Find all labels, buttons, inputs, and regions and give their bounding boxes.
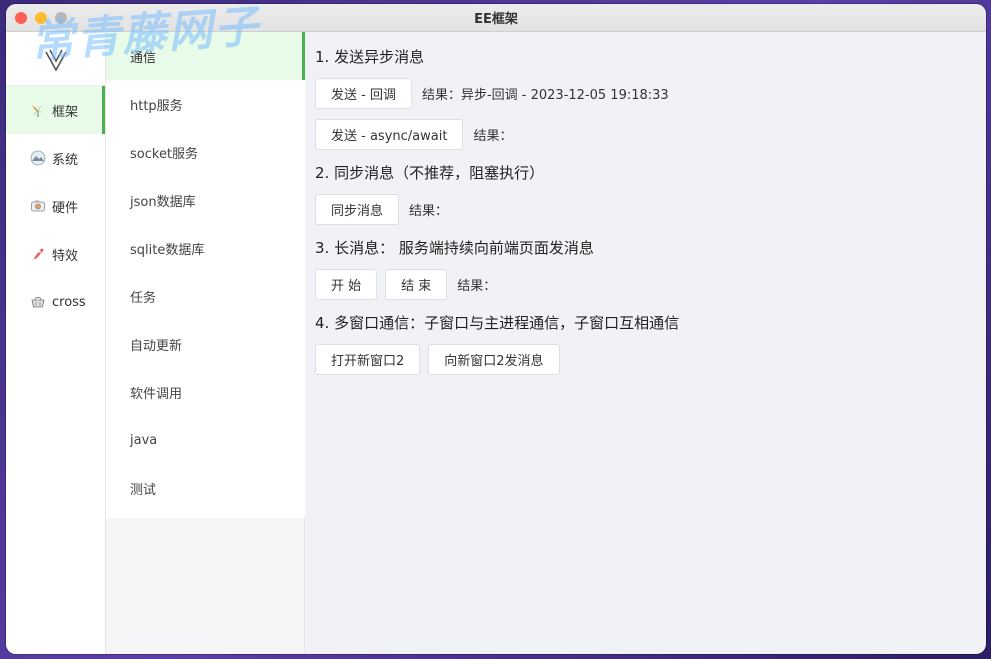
secondary-nav-item-8[interactable]: java [106,416,305,464]
action-row: 发送 - 回调 结果：异步-回调 - 2023-12-05 19:18:33 [315,78,976,109]
result-text: 结果： [473,129,513,144]
primary-nav-item-2[interactable]: 硬件 [6,182,105,230]
action-row: 发送 - async/await 结果： [315,119,976,150]
secondary-nav-item-7[interactable]: 软件调用 [106,368,305,416]
secondary-nav-item-6[interactable]: 自动更新 [106,320,305,368]
close-window-button[interactable] [15,12,27,24]
primary-nav-item-0[interactable]: 框架 [6,86,105,134]
action-button[interactable]: 同步消息 [315,194,400,225]
result-text: 结果：异步-回调 - 2023-12-05 19:18:33 [421,88,669,103]
secondary-nav-item-4[interactable]: sqlite数据库 [106,224,305,272]
section-title: 1. 发送异步消息 [315,48,425,66]
windmill-icon [30,102,46,118]
secondary-sidebar: 通信 http服务 socket服务 json数据库 sqlite数据库 任务 自动更新 软件… [106,32,305,518]
primary-nav: 框架系统硬件特效 cross [6,86,105,326]
action-button[interactable]: 向新窗口2发消息 [428,344,560,375]
secondary-nav-item-2[interactable]: socket服务 [106,128,305,176]
result-text: 结果： [457,279,497,294]
action-button[interactable]: 打开新窗口2 [315,344,421,375]
app-logo [6,32,105,86]
action-button[interactable]: 发送 - 回调 [315,78,412,109]
secondary-nav-item-5[interactable]: 任务 [106,272,305,320]
primary-nav-item-3[interactable]: 特效 [6,230,105,278]
main-content: 1. 发送异步消息发送 - 回调 结果：异步-回调 - 2023-12-05 19… [305,32,986,654]
primary-nav-label: cross [52,294,86,310]
action-button[interactable]: 开 始 [315,269,378,300]
camera-icon [30,198,46,214]
action-button[interactable]: 发送 - async/await [315,119,464,150]
primary-nav-label: 框架 [52,104,79,120]
primary-nav-label: 系统 [52,152,79,168]
secondary-sidebar-empty [106,518,305,654]
basket-icon [30,294,46,310]
secondary-nav-item-3[interactable]: json数据库 [106,176,305,224]
primary-sidebar: 框架系统硬件特效 cross [6,32,106,654]
landscape-icon [30,150,46,166]
app-window: EE框架 常青藤网子 框架 系统 硬件 特效 cross 通信 http服务 socket服… [6,4,986,654]
secondary-nav-item-1[interactable]: http服务 [106,80,305,128]
secondary-nav-item-0[interactable]: 通信 [106,32,305,80]
zoom-window-button[interactable] [55,12,67,24]
rocket-icon [30,246,46,262]
result-text: 结果： [409,204,449,219]
secondary-nav-item-9[interactable]: 测试 [106,464,305,512]
primary-nav-item-1[interactable]: 系统 [6,134,105,182]
action-button[interactable]: 结 束 [385,269,448,300]
window-controls [15,12,67,24]
section-title: 2. 同步消息（不推荐，阻塞执行） [315,164,545,182]
minimize-window-button[interactable] [35,12,47,24]
action-row: 同步消息 结果： [315,194,976,225]
title-bar: EE框架 [6,4,986,32]
primary-nav-label: 特效 [52,248,79,264]
section-title: 3. 长消息： 服务端持续向前端页面发消息 [315,239,594,257]
action-row: 打开新窗口2 向新窗口2发消息 [315,344,976,375]
secondary-nav: 通信 http服务 socket服务 json数据库 sqlite数据库 任务 自动更新 软件… [106,32,305,512]
logo-icon [44,49,67,72]
action-row: 开 始结 束结果： [315,269,976,300]
primary-nav-item-4[interactable]: cross [6,278,105,326]
primary-nav-label: 硬件 [52,200,79,216]
window-title: EE框架 [474,12,518,27]
section-title: 4. 多窗口通信：子窗口与主进程通信，子窗口互相通信 [315,314,680,332]
